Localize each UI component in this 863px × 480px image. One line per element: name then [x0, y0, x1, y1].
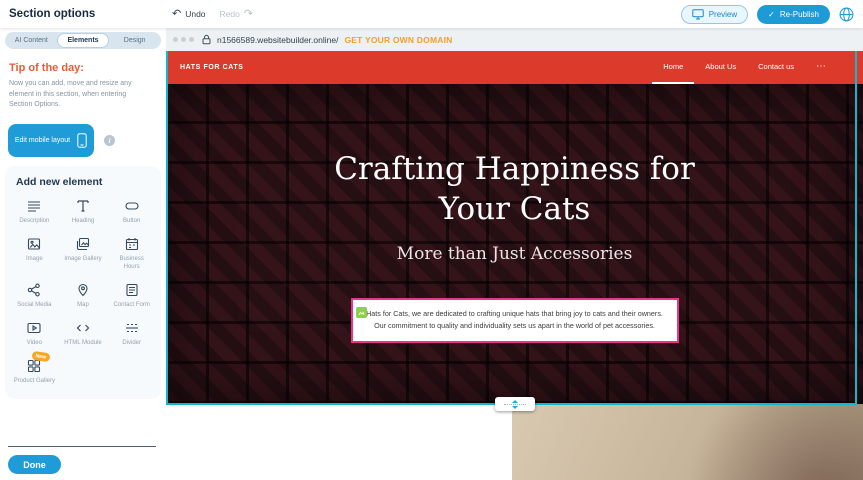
resize-down-arrow-icon — [512, 406, 518, 409]
site-url[interactable]: n1566589.websitebuilder.online/ — [217, 35, 338, 45]
hero-subtitle[interactable]: More than Just Accessories — [166, 244, 863, 264]
element-product-gallery[interactable]: New Product Gallery — [10, 358, 59, 385]
done-button[interactable]: Done — [8, 455, 61, 474]
element-image-gallery[interactable]: Image Gallery — [59, 236, 108, 271]
hero-title[interactable]: Crafting Happiness for Your Cats — [166, 84, 863, 229]
lock-icon — [201, 34, 212, 45]
description-icon — [26, 198, 42, 214]
site-logo[interactable]: HATS FOR CATS — [180, 64, 244, 71]
globe-icon — [839, 7, 854, 22]
tab-design[interactable]: Design — [109, 33, 160, 48]
history-controls: ↶ Undo Redo ↷ — [172, 0, 253, 28]
nav-more-menu[interactable]: ⋯ — [805, 51, 837, 84]
element-heading[interactable]: Heading — [59, 198, 108, 225]
info-icon[interactable]: i — [104, 135, 115, 146]
check-icon: ✓ — [768, 10, 775, 19]
social-media-icon — [26, 282, 42, 298]
video-icon — [26, 320, 42, 336]
redo-icon: ↷ — [244, 9, 253, 20]
element-contact-form[interactable]: Contact Form — [107, 282, 156, 309]
element-html-module[interactable]: HTML Module — [59, 320, 108, 347]
hero-section[interactable]: Crafting Happiness for Your Cats More th… — [166, 84, 863, 404]
section-resize-handle[interactable] — [495, 397, 535, 411]
image-gallery-icon — [75, 236, 91, 252]
element-button[interactable]: Button — [107, 198, 156, 225]
add-new-element-title: Add new element — [16, 176, 156, 188]
next-section — [166, 404, 863, 480]
nav-about-us[interactable]: About Us — [694, 51, 747, 84]
heading-icon — [75, 198, 91, 214]
add-new-element-panel: Add new element Description Heading Butt… — [5, 166, 161, 400]
edit-mobile-row: Edit mobile layout i — [8, 124, 166, 157]
undo-button[interactable]: ↶ Undo — [172, 9, 206, 20]
map-pin-icon — [75, 282, 91, 298]
republish-button[interactable]: ✓ Re-Publish — [757, 5, 830, 24]
tab-ai-content[interactable]: AI Content — [6, 33, 57, 48]
editor-canvas: n1566589.websitebuilder.online/ GET YOUR… — [166, 28, 863, 480]
smartphone-icon — [77, 133, 87, 148]
next-section-empty-area — [166, 404, 512, 480]
undo-label: Undo — [185, 9, 205, 19]
section-options-sidebar: AI Content Elements Design Tip of the da… — [0, 28, 166, 480]
preview-button[interactable]: Preview — [681, 5, 748, 24]
element-social-media[interactable]: Social Media — [10, 282, 59, 309]
site-header: HATS FOR CATS Home About Us Contact us ⋯ — [166, 51, 863, 84]
element-map[interactable]: Map — [59, 282, 108, 309]
more-menu-icon: ⋯ — [816, 61, 826, 72]
element-grid: Description Heading Button Image — [10, 198, 156, 386]
window-dot — [181, 37, 186, 42]
redo-button[interactable]: Redo ↷ — [220, 9, 254, 20]
image-icon — [26, 236, 42, 252]
window-controls — [173, 37, 194, 42]
resize-up-arrow-icon — [512, 400, 518, 403]
tip-body: Now you can add, move and resize any ele… — [9, 79, 151, 111]
redo-label: Redo — [220, 9, 240, 19]
next-section-image[interactable] — [512, 404, 863, 480]
edit-mobile-layout-button[interactable]: Edit mobile layout — [8, 124, 94, 157]
nav-contact-us[interactable]: Contact us — [747, 51, 805, 84]
edit-mobile-label: Edit mobile layout — [15, 137, 70, 144]
monitor-icon — [692, 9, 704, 20]
hero-body-text: Hats for Cats, we are dedicated to craft… — [366, 309, 663, 330]
contact-form-icon — [124, 282, 140, 298]
nav-home[interactable]: Home — [652, 51, 694, 84]
browser-bar: n1566589.websitebuilder.online/ GET YOUR… — [166, 28, 863, 51]
tip-title: Tip of the day: — [9, 62, 156, 74]
tab-elements[interactable]: Elements — [57, 33, 110, 48]
element-image[interactable]: Image — [10, 236, 59, 271]
section-selection-border-left — [166, 51, 168, 404]
button-icon — [124, 198, 140, 214]
site-nav: Home About Us Contact us ⋯ — [652, 51, 837, 84]
section-selection-border-right — [855, 51, 857, 404]
window-dot — [189, 37, 194, 42]
element-divider[interactable]: Divider — [107, 320, 156, 347]
element-video[interactable]: Video — [10, 320, 59, 347]
resize-handle-line — [504, 404, 526, 405]
html-module-icon — [75, 320, 91, 336]
element-description[interactable]: Description — [10, 198, 59, 225]
business-hours-icon — [124, 236, 140, 252]
element-type-indicator-icon — [356, 307, 367, 318]
element-business-hours[interactable]: Business Hours — [107, 236, 156, 271]
tip-of-the-day: Tip of the day: Now you can add, move an… — [0, 49, 166, 111]
hero-text-element[interactable]: Hats for Cats, we are dedicated to craft… — [351, 298, 679, 343]
page-title: Section options — [9, 8, 95, 20]
topbar-actions: Preview ✓ Re-Publish — [681, 0, 855, 28]
sidebar-divider — [8, 446, 156, 447]
get-own-domain-link[interactable]: GET YOUR OWN DOMAIN — [344, 35, 452, 45]
sidebar-tabs: AI Content Elements Design — [5, 32, 161, 49]
language-globe-button[interactable] — [839, 6, 855, 22]
republish-label: Re-Publish — [780, 10, 819, 19]
divider-icon — [124, 320, 140, 336]
window-dot — [173, 37, 178, 42]
undo-icon: ↶ — [172, 9, 181, 20]
editor-topbar: Section options ↶ Undo Redo ↷ Preview ✓ … — [0, 0, 863, 28]
preview-label: Preview — [709, 10, 737, 19]
